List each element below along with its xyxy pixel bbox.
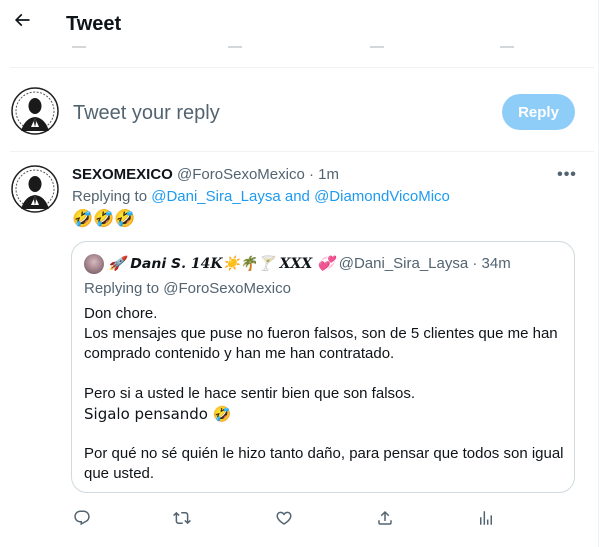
tweet-header: SEXOMEXICO @ForoSexoMexico · 1m (72, 166, 339, 183)
replying-prefix: Replying to (72, 188, 152, 205)
anonymous-mask-icon (11, 165, 59, 213)
like-icon (276, 511, 292, 525)
quoted-tweet[interactable]: 🚀 𝘿𝙖𝙣𝙞 𝙎. 14K☀️🌴🍸 XXX 💞 @Dani_Sira_Laysa… (71, 241, 575, 493)
back-button[interactable] (8, 8, 36, 36)
reply-button[interactable]: Reply (502, 94, 575, 130)
separator: · (308, 166, 314, 183)
tweet-text: 🤣🤣🤣 (72, 209, 136, 229)
quoted-time: 34m (481, 255, 511, 272)
replying-to: Replying to @Dani_Sira_Laysa and @Diamon… (72, 188, 450, 205)
quoted-line: comprado contenido y han me han contrata… (84, 345, 395, 362)
quoted-line: que usted. (84, 465, 155, 482)
tweet-time[interactable]: 1m (318, 166, 339, 183)
quoted-replying-to: Replying to @ForoSexoMexico (84, 280, 291, 297)
analytics-icon (480, 511, 492, 525)
quoted-header: 🚀 𝘿𝙖𝙣𝙞 𝙎. 14K☀️🌴🍸 XXX 💞 @Dani_Sira_Laysa… (108, 255, 511, 272)
divider (10, 151, 594, 152)
more-horizontal-icon: ••• (557, 166, 577, 183)
arrow-left-icon (12, 10, 32, 35)
analytics-action-button[interactable] (476, 508, 496, 528)
quoted-line: Sigalo pensando 🤣 (84, 405, 232, 423)
separator: · (472, 255, 478, 272)
like-action-button[interactable] (274, 508, 294, 528)
tweet-actions (72, 508, 572, 528)
quoted-line: Don chore. (84, 305, 158, 322)
replying-and: and (280, 188, 315, 205)
reply-input[interactable] (73, 100, 473, 126)
quoted-author-handle: @Dani_Sira_Laysa (338, 255, 469, 272)
reply-icon (74, 510, 90, 526)
anonymous-mask-icon (11, 87, 59, 135)
quoted-line: Pero si a usted le hace sentir bien que … (84, 385, 416, 402)
scrolled-actions-ghost (0, 40, 594, 54)
more-button[interactable]: ••• (556, 166, 578, 184)
mention-link[interactable]: @Dani_Sira_Laysa (151, 188, 280, 205)
retweet-action-button[interactable] (172, 508, 192, 528)
mention-link[interactable]: @DiamondVicoMico (314, 188, 450, 205)
quoted-author-name: 🚀 𝘿𝙖𝙣𝙞 𝙎. 14K☀️🌴🍸 XXX 💞 (108, 256, 335, 272)
author-name[interactable]: SEXOMEXICO (72, 166, 173, 183)
reply-action-button[interactable] (72, 508, 92, 528)
retweet-icon (173, 511, 191, 525)
quoted-line: Los mensajes que puse no fueron falsos, … (84, 325, 558, 342)
divider (10, 67, 594, 68)
share-icon (378, 510, 392, 525)
avatar[interactable] (11, 87, 59, 135)
quoted-text: Don chore. Los mensajes que puse no fuer… (84, 304, 564, 484)
page-title: Tweet (66, 13, 122, 35)
tweet-avatar[interactable] (11, 165, 59, 213)
quoted-line: Por qué no sé quién le hizo tanto daño, … (84, 445, 564, 462)
share-action-button[interactable] (375, 508, 395, 528)
quoted-avatar (84, 254, 104, 274)
author-handle[interactable]: @ForoSexoMexico (177, 166, 305, 183)
